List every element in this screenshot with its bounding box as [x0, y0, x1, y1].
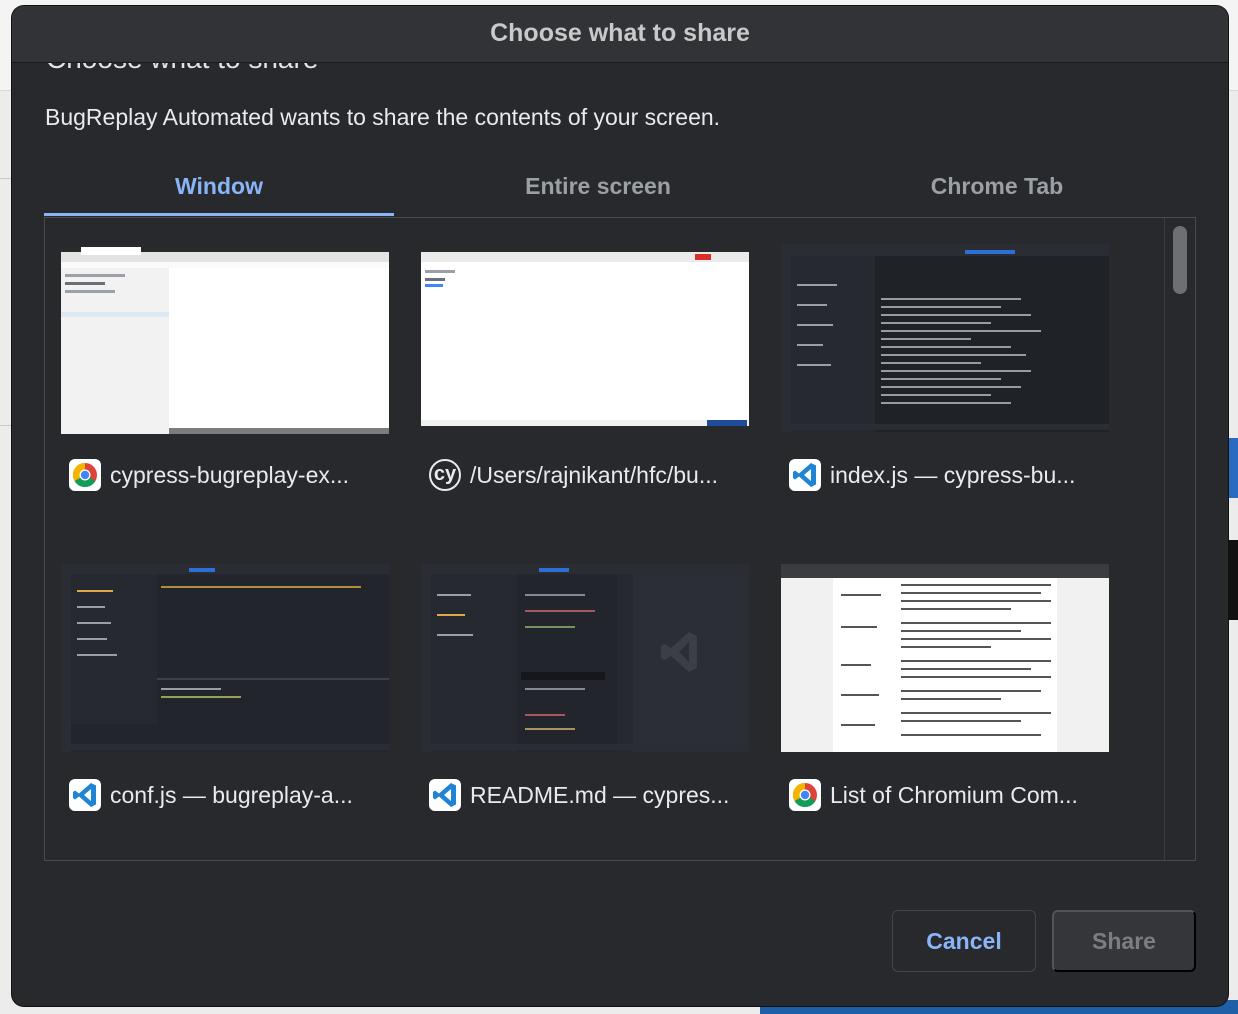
tab-window[interactable]: Window	[44, 164, 394, 216]
window-name: /Users/rajnikant/hfc/bu...	[470, 461, 718, 488]
active-tab-indicator	[44, 213, 394, 216]
share-picker-dialog: Choose what to share Choose what to shar…	[12, 6, 1228, 1006]
cypress-icon-text: cy	[433, 462, 457, 485]
window-tile-label: cypress-bugreplay-ex...	[69, 458, 389, 492]
window-tile-label: List of Chromium Com...	[789, 778, 1109, 812]
scrollbar-thumb[interactable]	[1173, 226, 1187, 294]
share-button[interactable]: Share	[1052, 910, 1196, 972]
vscode-icon	[69, 779, 101, 811]
window-tile-label: conf.js — bugreplay-a...	[69, 778, 389, 812]
window-name: README.md — cypres...	[470, 781, 730, 808]
tab-entire-screen[interactable]: Entire screen	[398, 164, 798, 216]
background-dark-element	[1228, 540, 1238, 620]
chrome-icon	[789, 779, 821, 811]
window-title: Choose what to share	[490, 19, 750, 47]
window-tile[interactable]: index.js — cypress-bu...	[781, 244, 1111, 504]
window-tile[interactable]: README.md — cypres...	[421, 564, 751, 824]
cancel-button[interactable]: Cancel	[892, 910, 1036, 972]
window-tile-label: README.md — cypres...	[429, 778, 749, 812]
vscode-icon	[789, 459, 821, 491]
window-source-list: cypress-bugreplay-ex... cy /Users/rajnik…	[44, 217, 1196, 861]
window-name: conf.js — bugreplay-a...	[110, 781, 353, 808]
window-name: cypress-bugreplay-ex...	[110, 461, 350, 488]
window-tile-label: cy /Users/rajnikant/hfc/bu...	[429, 458, 749, 492]
dialog-titlebar[interactable]: Choose what to share	[12, 6, 1228, 63]
background-blue-element	[1228, 438, 1238, 498]
window-preview-thumbnail	[61, 247, 389, 434]
window-preview-thumbnail	[781, 564, 1109, 752]
window-tile[interactable]: cypress-bugreplay-ex...	[61, 244, 391, 504]
dialog-description: BugReplay Automated wants to share the c…	[45, 104, 721, 130]
window-preview-thumbnail	[61, 564, 389, 752]
window-name: List of Chromium Com...	[830, 781, 1078, 808]
window-preview-thumbnail	[421, 564, 749, 752]
window-tile[interactable]: List of Chromium Com...	[781, 564, 1111, 824]
tab-chrome-tab[interactable]: Chrome Tab	[798, 164, 1196, 216]
source-list-scrollbar[interactable]	[1164, 218, 1195, 860]
window-preview-thumbnail	[781, 244, 1109, 432]
window-tile[interactable]: conf.js — bugreplay-a...	[61, 564, 391, 824]
vscode-icon	[429, 779, 461, 811]
cypress-icon: cy	[429, 459, 461, 491]
chrome-icon	[69, 459, 101, 491]
window-tile[interactable]: cy /Users/rajnikant/hfc/bu...	[421, 244, 751, 504]
source-type-tabs: Window Entire screen Chrome Tab	[44, 164, 1196, 216]
window-name: index.js — cypress-bu...	[830, 461, 1076, 488]
window-tile-label: index.js — cypress-bu...	[789, 458, 1109, 492]
window-preview-thumbnail	[421, 252, 749, 426]
